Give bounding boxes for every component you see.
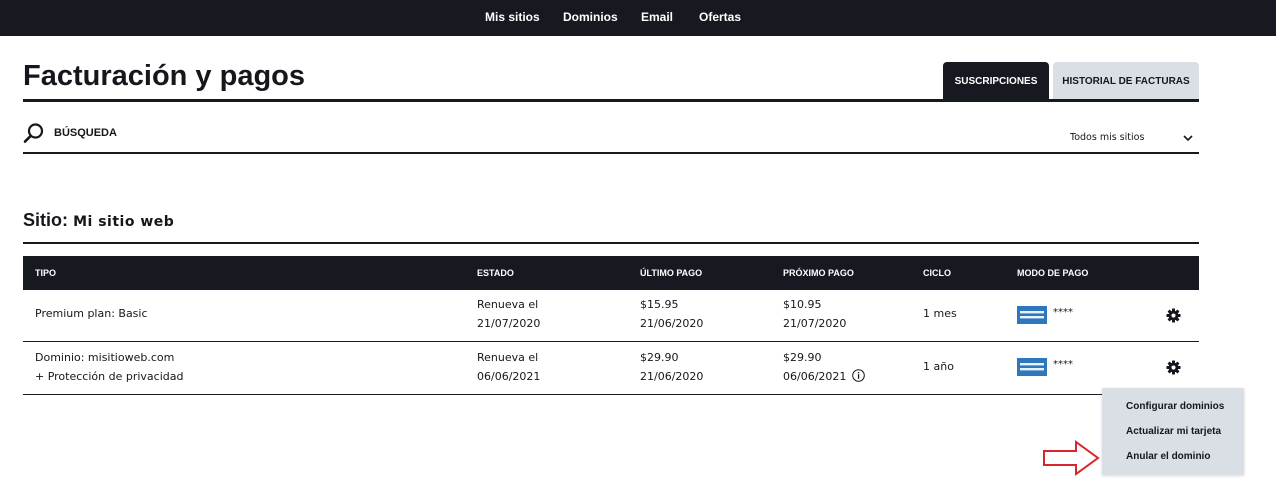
next-payment-amount: $10.95 xyxy=(783,298,822,311)
site-name: Mi sitio web xyxy=(73,214,175,230)
credit-card-icon xyxy=(1017,306,1047,324)
tab-historial-de-facturas[interactable]: HISTORIAL DE FACTURAS xyxy=(1053,62,1199,99)
last-payment-amount: $15.95 xyxy=(640,298,679,311)
top-navigation-bar: Mis sitios Dominios Email Ofertas xyxy=(0,0,1276,36)
column-header-proximo-pago: PRÓXIMO PAGO xyxy=(783,268,854,278)
info-icon[interactable] xyxy=(852,369,865,382)
tab-suscripciones[interactable]: SUSCRIPCIONES xyxy=(943,62,1049,99)
column-header-ultimo-pago: ÚLTIMO PAGO xyxy=(640,268,703,278)
credit-card-icon xyxy=(1017,358,1047,376)
last-payment-date: 21/06/2020 xyxy=(640,370,704,383)
next-payment-date: 06/06/2021 xyxy=(783,370,847,383)
site-filter-value: Todos mis sitios xyxy=(1070,132,1145,143)
status-text: Renueva el xyxy=(477,351,539,364)
section-divider xyxy=(23,242,1199,244)
nav-link-dominios[interactable]: Dominios xyxy=(563,10,618,24)
section-title: Sitio: Mi sitio web xyxy=(23,210,174,231)
row-status: Renueva el 06/06/2021 xyxy=(477,348,540,386)
next-payment: $29.90 06/06/2021 xyxy=(783,348,865,386)
renewal-date: 21/07/2020 xyxy=(477,317,541,330)
menu-item-configurar-dominios[interactable]: Configurar dominios xyxy=(1126,401,1224,412)
renewal-date: 06/06/2021 xyxy=(477,370,541,383)
gear-icon[interactable] xyxy=(1166,360,1181,375)
billing-cycle: 1 mes xyxy=(923,307,957,320)
arrow-right-icon xyxy=(1043,440,1100,476)
menu-item-actualizar-mi-tarjeta[interactable]: Actualizar mi tarjeta xyxy=(1126,426,1221,437)
next-payment: $10.95 21/07/2020 xyxy=(783,295,846,333)
next-payment-amount: $29.90 xyxy=(783,351,822,364)
menu-item-anular-el-dominio[interactable]: Anular el dominio xyxy=(1126,451,1210,462)
section-label: Sitio: xyxy=(23,210,68,230)
next-payment-date-line: 06/06/2021 xyxy=(783,367,865,386)
settings-dropdown-menu: Configurar dominios Actualizar mi tarjet… xyxy=(1102,388,1244,475)
title-divider xyxy=(23,99,1199,102)
search-icon xyxy=(23,123,44,143)
page-title: Facturación y pagos xyxy=(23,60,306,92)
column-header-estado: ESTADO xyxy=(477,268,514,278)
column-header-modo-de-pago: MODO DE PAGO xyxy=(1017,268,1089,278)
search-label: BÚSQUEDA xyxy=(54,127,117,139)
last-payment: $29.90 21/06/2020 xyxy=(640,348,703,386)
card-number-mask: **** xyxy=(1053,359,1073,370)
table-header: TIPO ESTADO ÚLTIMO PAGO PRÓXIMO PAGO CIC… xyxy=(23,256,1199,290)
last-payment-date: 21/06/2020 xyxy=(640,317,704,330)
table-row: Premium plan: Basic Renueva el 21/07/202… xyxy=(23,290,1199,342)
nav-link-ofertas[interactable]: Ofertas xyxy=(699,10,741,24)
billing-cycle: 1 año xyxy=(923,360,954,373)
table-row: Dominio: misitioweb.com + Protección de … xyxy=(23,342,1199,395)
column-header-ciclo: CICLO xyxy=(923,268,951,278)
row-status: Renueva el 21/07/2020 xyxy=(477,295,540,333)
last-payment-amount: $29.90 xyxy=(640,351,679,364)
site-filter-select[interactable]: Todos mis sitios xyxy=(1070,130,1195,146)
last-payment: $15.95 21/06/2020 xyxy=(640,295,703,333)
nav-link-email[interactable]: Email xyxy=(641,10,673,24)
row-type: Premium plan: Basic xyxy=(35,307,148,320)
next-payment-date: 21/07/2020 xyxy=(783,317,847,330)
card-number-mask: **** xyxy=(1053,307,1073,318)
domain-name: Dominio: misitioweb.com xyxy=(35,351,175,364)
chevron-down-icon xyxy=(1183,135,1193,142)
privacy-addon: + Protección de privacidad xyxy=(35,370,184,383)
column-header-tipo: TIPO xyxy=(35,268,57,278)
status-text: Renueva el xyxy=(477,298,539,311)
search-divider xyxy=(23,152,1199,154)
gear-icon[interactable] xyxy=(1166,308,1181,323)
row-type: Dominio: misitioweb.com + Protección de … xyxy=(35,348,183,386)
nav-link-mis-sitios[interactable]: Mis sitios xyxy=(485,10,540,24)
